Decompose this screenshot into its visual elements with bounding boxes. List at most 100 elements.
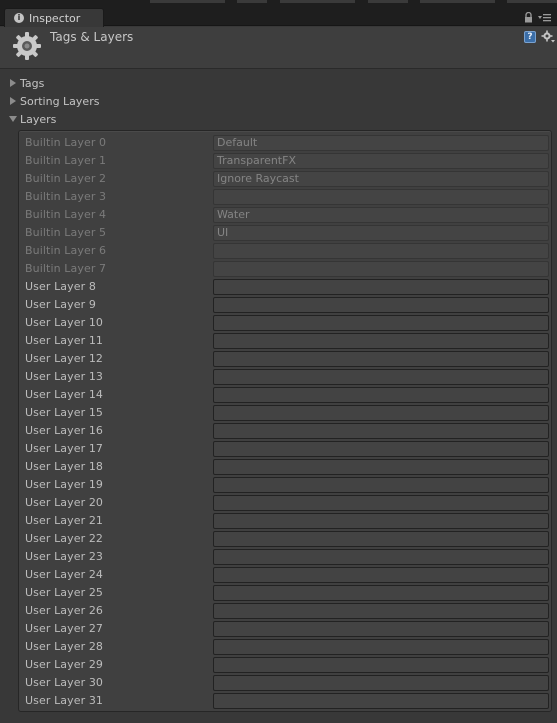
settings-icon[interactable] xyxy=(541,30,556,44)
layer-name-field[interactable] xyxy=(213,657,549,673)
foldout-label: Layers xyxy=(20,112,57,126)
layer-label: Builtin Layer 1 xyxy=(25,154,107,167)
layer-label: User Layer 13 xyxy=(25,370,104,383)
layer-label: Builtin Layer 2 xyxy=(25,172,107,185)
inspector-window: i Inspector Tags & Layers ? Tags Sorting… xyxy=(0,0,557,723)
layer-label: User Layer 19 xyxy=(25,478,104,491)
layer-name-field: UI xyxy=(213,225,549,241)
layer-label: User Layer 27 xyxy=(25,622,104,635)
tab-inspector[interactable]: i Inspector xyxy=(4,8,104,27)
layer-name-field: Default xyxy=(213,135,549,151)
layer-row: User Layer 9 xyxy=(19,296,551,314)
layer-name-field[interactable] xyxy=(213,603,549,619)
inspector-header: Tags & Layers ? xyxy=(0,27,557,69)
foldout-label: Sorting Layers xyxy=(20,94,100,108)
layer-row: User Layer 27 xyxy=(19,620,551,638)
layer-label: User Layer 14 xyxy=(25,388,104,401)
layer-row: User Layer 17 xyxy=(19,440,551,458)
foldout-tags[interactable]: Tags xyxy=(8,75,44,91)
layer-label: User Layer 16 xyxy=(25,424,104,437)
layer-name-field[interactable] xyxy=(213,639,549,655)
layer-name-field[interactable] xyxy=(213,693,549,709)
layer-label: User Layer 30 xyxy=(25,676,104,689)
layer-label: User Layer 31 xyxy=(25,694,104,707)
layer-row: User Layer 11 xyxy=(19,332,551,350)
layer-label: User Layer 18 xyxy=(25,460,104,473)
layer-row: Builtin Layer 6 xyxy=(19,242,551,260)
tab-bar-strip xyxy=(368,0,408,3)
layer-name-field[interactable] xyxy=(213,531,549,547)
tab-bar-strip xyxy=(420,0,495,3)
layer-name-field[interactable] xyxy=(213,495,549,511)
layer-name-field[interactable] xyxy=(213,513,549,529)
layer-label: User Layer 25 xyxy=(25,586,104,599)
foldout-label: Tags xyxy=(20,76,45,90)
layer-row: User Layer 20 xyxy=(19,494,551,512)
layer-name-field[interactable] xyxy=(213,351,549,367)
layer-name-field: Water xyxy=(213,207,549,223)
layer-name-field: TransparentFX xyxy=(213,153,549,169)
layer-row: User Layer 13 xyxy=(19,368,551,386)
layer-label: User Layer 11 xyxy=(25,334,104,347)
lock-icon[interactable] xyxy=(524,12,533,23)
layer-row: User Layer 29 xyxy=(19,656,551,674)
layer-name-field[interactable] xyxy=(213,675,549,691)
layer-label: User Layer 23 xyxy=(25,550,104,563)
layer-name-field[interactable] xyxy=(213,477,549,493)
layer-name-field[interactable] xyxy=(213,585,549,601)
layer-row: User Layer 28 xyxy=(19,638,551,656)
tab-bar-strip xyxy=(237,0,267,3)
layer-label: Builtin Layer 3 xyxy=(25,190,107,203)
gear-icon xyxy=(13,32,41,60)
layer-row: User Layer 21 xyxy=(19,512,551,530)
layer-row: User Layer 8 xyxy=(19,278,551,296)
layer-label: Builtin Layer 0 xyxy=(25,136,107,149)
layer-label: User Layer 26 xyxy=(25,604,104,617)
layer-name-field[interactable] xyxy=(213,441,549,457)
layer-name-field[interactable] xyxy=(213,423,549,439)
layer-name-field xyxy=(213,261,549,277)
layer-name-field[interactable] xyxy=(213,315,549,331)
layer-row: Builtin Layer 2 Ignore Raycast xyxy=(19,170,551,188)
layer-label: User Layer 9 xyxy=(25,298,96,311)
layer-row: Builtin Layer 0 Default xyxy=(19,134,551,152)
layer-name-field[interactable] xyxy=(213,297,549,313)
tab-bar: i Inspector xyxy=(0,0,557,27)
layer-name-field[interactable] xyxy=(213,405,549,421)
layer-name-field[interactable] xyxy=(213,567,549,583)
layer-label: User Layer 21 xyxy=(25,514,104,527)
foldout-arrow-right-icon xyxy=(10,97,16,105)
layer-row: User Layer 26 xyxy=(19,602,551,620)
layer-name-field[interactable] xyxy=(213,387,549,403)
layer-label: User Layer 28 xyxy=(25,640,104,653)
layer-label: Builtin Layer 6 xyxy=(25,244,107,257)
layer-label: User Layer 10 xyxy=(25,316,104,329)
layer-row: User Layer 12 xyxy=(19,350,551,368)
layer-row: User Layer 15 xyxy=(19,404,551,422)
foldout-layers[interactable]: Layers xyxy=(8,111,56,127)
layer-row: User Layer 30 xyxy=(19,674,551,692)
help-icon[interactable]: ? xyxy=(524,31,536,43)
layer-name-field[interactable] xyxy=(213,549,549,565)
layer-name-field xyxy=(213,243,549,259)
tab-bar-strip xyxy=(507,0,557,3)
context-menu-icon[interactable] xyxy=(538,12,552,23)
layer-row: User Layer 14 xyxy=(19,386,551,404)
layer-name-field[interactable] xyxy=(213,279,549,295)
foldout-sorting-layers[interactable]: Sorting Layers xyxy=(8,93,99,109)
tab-label: Inspector xyxy=(29,11,81,25)
layers-list: Builtin Layer 0 Default Builtin Layer 1 Tra… xyxy=(18,130,552,712)
layer-name-field[interactable] xyxy=(213,621,549,637)
layer-row: User Layer 24 xyxy=(19,566,551,584)
layer-row: Builtin Layer 1 TransparentFX xyxy=(19,152,551,170)
foldout-arrow-right-icon xyxy=(10,79,16,87)
layer-row: User Layer 16 xyxy=(19,422,551,440)
layer-row: Builtin Layer 5 UI xyxy=(19,224,551,242)
layer-name-field[interactable] xyxy=(213,459,549,475)
layer-label: Builtin Layer 5 xyxy=(25,226,107,239)
layer-label: User Layer 22 xyxy=(25,532,104,545)
layer-row: Builtin Layer 3 xyxy=(19,188,551,206)
layer-name-field[interactable] xyxy=(213,369,549,385)
layer-row: User Layer 22 xyxy=(19,530,551,548)
layer-name-field[interactable] xyxy=(213,333,549,349)
